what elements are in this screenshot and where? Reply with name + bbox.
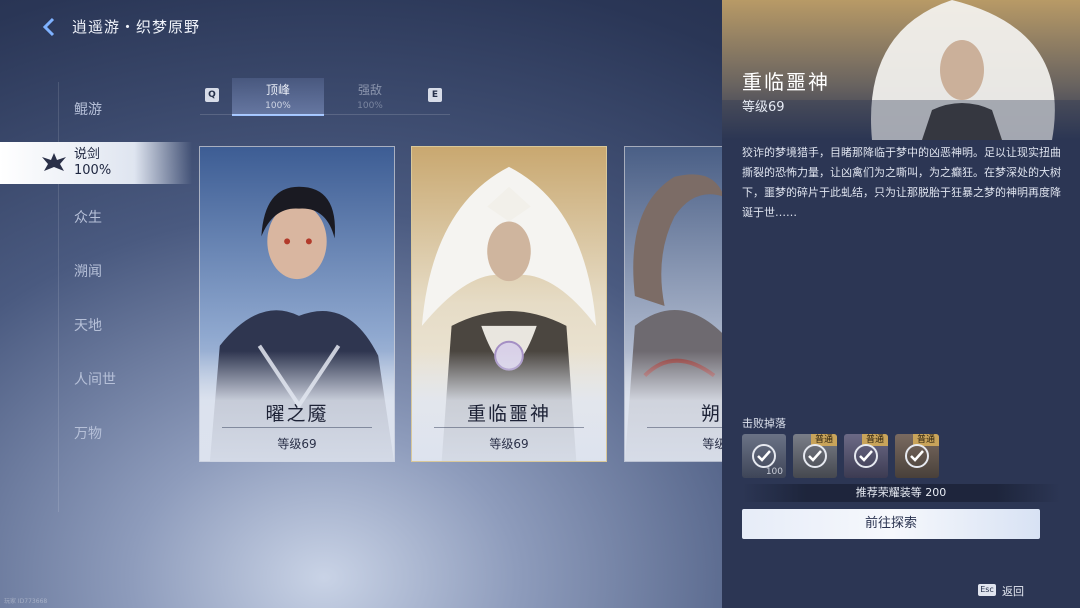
tab-dingfeng[interactable]: 顶峰 100% [232, 78, 324, 116]
page-title: 逍遥游・织梦原野 [72, 18, 201, 36]
e-key-hint[interactable]: E [428, 88, 442, 102]
recommended-gear-score: 推荐荣耀装等 200 [742, 484, 1060, 502]
tab-underline [200, 114, 450, 115]
q-key-hint[interactable]: Q [205, 88, 219, 102]
boss-description: 狡诈的梦境猎手，目睹那降临于梦中的凶恶神明。足以让现实扭曲撕裂的恐怖力量，让凶禽… [742, 146, 1061, 219]
boss-detail-panel: 重临噩神 等级69 狡诈的梦境猎手，目睹那降临于梦中的凶恶神明。足以让现实扭曲撕… [722, 0, 1080, 608]
boss-detail-level: 等级69 [742, 100, 785, 115]
explore-button[interactable]: 前往探索 [742, 509, 1040, 539]
top-bar: 逍遥游・织梦原野 [0, 0, 720, 56]
sidebar-item-tiandi[interactable]: 天地 [74, 315, 102, 335]
sidebar-item-zhongsheng[interactable]: 众生 [74, 207, 102, 227]
boss-name: 重临噩神 [466, 403, 551, 425]
sidebar-item-kunyou[interactable]: 鲲游 [74, 99, 102, 119]
sidebar-item-progress: 100% [74, 163, 112, 178]
checkmark-icon [854, 444, 878, 468]
drop-item[interactable]: 普通 [793, 434, 837, 478]
boss-card-chonglin-eshen[interactable]: 重临噩神 等级69 [411, 146, 607, 462]
boss-name: 曜之魇 [265, 403, 329, 425]
card-divider [434, 427, 584, 428]
player-id-watermark: 玩家 ID773668 [4, 598, 48, 605]
checkmark-icon [752, 444, 776, 468]
drop-item[interactable]: 100 [742, 434, 786, 478]
sidebar-item-wanwu[interactable]: 万物 [74, 423, 102, 443]
tab-label: 顶峰 [265, 83, 290, 97]
boss-detail-name: 重临噩神 [742, 70, 830, 94]
drop-item[interactable]: 普通 [895, 434, 939, 478]
sword-crest-icon [42, 153, 66, 171]
checkmark-icon [905, 444, 929, 468]
sidebar-item-suwen[interactable]: 溯闻 [74, 261, 102, 281]
card-divider [222, 427, 372, 428]
back-label[interactable]: 返回 [1002, 583, 1024, 599]
boss-level: 等级69 [277, 437, 317, 451]
drop-count: 100 [765, 467, 783, 477]
tab-progress: 100% [265, 101, 291, 111]
sidebar-item-renjianshi[interactable]: 人间世 [74, 369, 116, 389]
checkmark-icon [803, 444, 827, 468]
sidebar-item-shuojian[interactable]: 说剑 100% [0, 142, 192, 184]
tab-qiangdi[interactable]: 强敌 100% [324, 78, 416, 114]
tab-bar: Q 顶峰 100% 强敌 100% E [200, 78, 450, 116]
esc-key-hint[interactable]: Esc [978, 584, 996, 596]
drop-item[interactable]: 普通 [844, 434, 888, 478]
boss-card-yaozhiyan[interactable]: 曜之魇 等级69 [199, 146, 395, 462]
sidebar-item-label: 说剑 [74, 147, 101, 162]
tab-label: 强敌 [357, 83, 382, 97]
boss-level: 等级69 [489, 437, 529, 451]
back-arrow-icon[interactable] [38, 15, 62, 39]
drops-label: 击败掉落 [742, 417, 786, 430]
tab-progress: 100% [357, 101, 383, 111]
